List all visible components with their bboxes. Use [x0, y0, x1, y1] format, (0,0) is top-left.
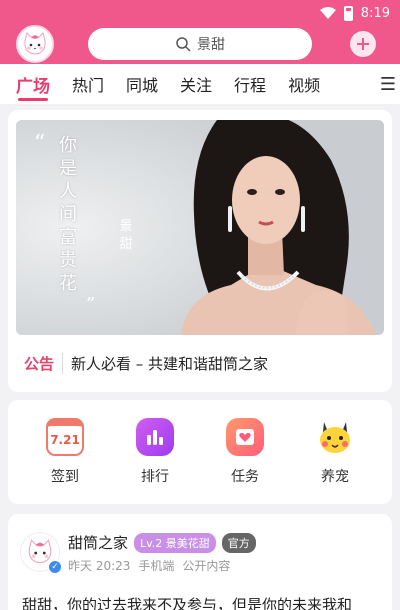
bars-glyph	[147, 430, 163, 445]
quote-char: 贵	[59, 250, 77, 271]
tab-square[interactable]: 广场	[16, 64, 50, 104]
post-meta: 昨天 20:23 手机端 公开内容	[68, 557, 230, 574]
level-badge: Lv.2 景美花甜	[134, 532, 216, 553]
status-time: 8:19	[360, 5, 390, 21]
post-author-row: 甜筒之家 Lv.2 景美花甜 官方	[68, 532, 256, 553]
ranking-shortcut[interactable]: 排行	[120, 418, 190, 486]
ranking-icon	[136, 418, 174, 456]
checkin-label: 签到	[51, 469, 79, 485]
banner-name: 景 甜	[118, 218, 134, 254]
tab-local[interactable]: 同城	[126, 64, 158, 104]
search-icon	[176, 37, 191, 52]
announcement-tag: 公告	[24, 352, 64, 374]
post-visibility: 公开内容	[182, 559, 231, 573]
quote-char: 你	[59, 135, 77, 156]
quote-char: 人	[59, 181, 77, 202]
pikachu-glyph	[320, 422, 350, 453]
pet-label: 养宠	[321, 469, 349, 485]
add-button[interactable]	[350, 31, 376, 57]
task-shortcut[interactable]: 任务	[210, 418, 280, 486]
banner-quote: 你 是 人 间 富 贵 花	[56, 134, 80, 295]
announcement-text: 新人必看 – 共建和谐甜筒之家	[71, 354, 269, 373]
ranking-label: 排行	[141, 469, 169, 485]
tab-video[interactable]: 视频	[288, 64, 320, 104]
tab-hot[interactable]: 热门	[72, 64, 104, 104]
post-author-avatar[interactable]: ✓	[20, 532, 63, 575]
quote-char: 花	[59, 273, 77, 294]
task-label: 任务	[231, 469, 259, 485]
search-bar[interactable]: 景甜	[88, 28, 312, 60]
name-char: 甜	[119, 237, 133, 252]
tab-follow[interactable]: 关注	[180, 64, 212, 104]
heart-glyph	[236, 429, 254, 445]
battery-icon	[343, 5, 353, 21]
quote-char: 是	[59, 158, 77, 179]
announcement-row[interactable]: 公告 新人必看 – 共建和谐甜筒之家	[24, 350, 268, 376]
post-author-name[interactable]: 甜筒之家	[68, 532, 128, 553]
task-icon	[226, 418, 264, 456]
post-time: 昨天 20:23	[68, 559, 131, 573]
name-char: 景	[119, 219, 133, 234]
post-device: 手机端	[138, 559, 175, 573]
cat-mascot-icon	[24, 32, 46, 55]
tab-menu-icon[interactable]: ☰	[375, 74, 396, 95]
status-bar: 8:19	[319, 4, 390, 22]
search-placeholder: 景甜	[197, 37, 225, 53]
svg-text:“: “	[34, 131, 45, 156]
verified-badge-icon: ✓	[47, 559, 63, 575]
quote-char: 富	[59, 227, 77, 248]
pet-shortcut[interactable]: 养宠	[300, 418, 370, 486]
category-tabs: 广场 热门 同城 关注 行程 视频	[0, 64, 400, 104]
tab-schedule[interactable]: 行程	[234, 64, 266, 104]
user-avatar-button[interactable]	[16, 25, 54, 63]
top-bar: 8:19 景甜	[0, 0, 400, 64]
checkin-shortcut[interactable]: 7.21 签到	[30, 418, 100, 486]
post-body: 甜甜，你的过去我来不及参与，但是你的未来我和	[22, 596, 353, 610]
wifi-icon	[319, 7, 336, 19]
banner-image[interactable]: “ ” 你 是 人 间 富 贵 花 景 甜	[16, 120, 384, 335]
calendar-icon: 7.21	[46, 418, 84, 456]
banner-card: “ ” 你 是 人 间 富 贵 花 景 甜 公告 新人必看 – 共建和谐甜筒之家	[8, 110, 392, 392]
pet-icon	[316, 418, 354, 456]
plus-icon	[357, 38, 369, 50]
post-card[interactable]: ✓ 甜筒之家 Lv.2 景美花甜 官方 昨天 20:23 手机端 公开内容 甜甜…	[8, 514, 392, 610]
svg-text:”: ”	[86, 294, 95, 315]
official-badge: 官方	[221, 532, 256, 553]
shortcut-panel: 7.21 签到 排行 任务 养宠	[8, 400, 392, 504]
quote-char: 间	[59, 204, 77, 225]
calendar-date: 7.21	[50, 433, 80, 447]
